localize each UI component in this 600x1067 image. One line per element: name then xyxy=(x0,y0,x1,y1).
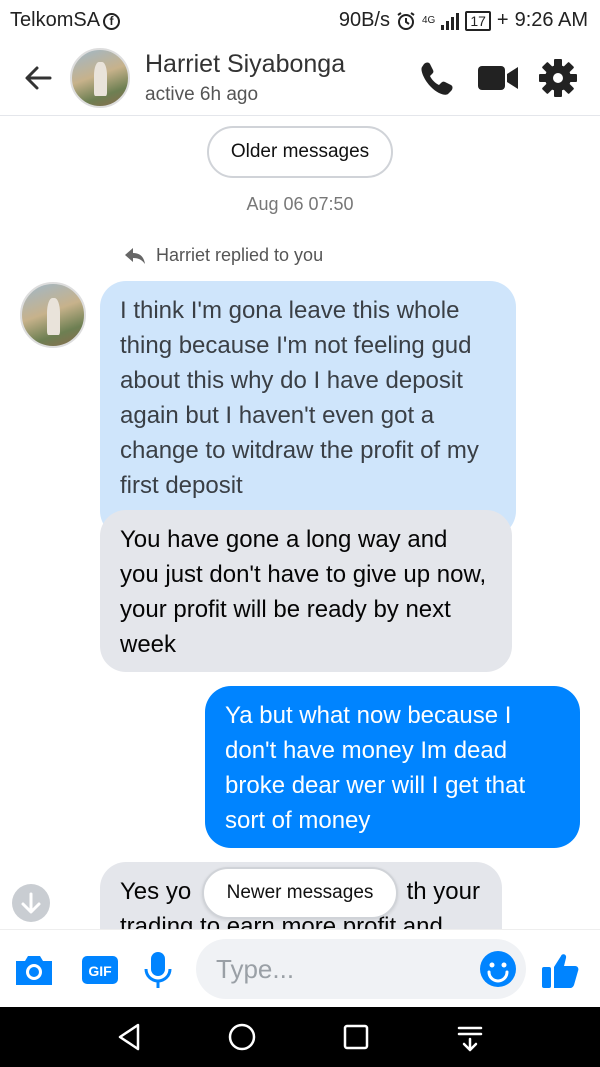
emoji-icon xyxy=(480,951,516,987)
facebook-notification-icon: f xyxy=(103,13,121,30)
voice-call-button[interactable] xyxy=(416,58,460,98)
emoji-button[interactable] xyxy=(478,949,518,989)
signal-icon xyxy=(441,12,460,30)
newer-messages-button[interactable]: Newer messages xyxy=(202,867,398,919)
camera-icon xyxy=(16,956,52,985)
sender-avatar[interactable] xyxy=(20,282,86,348)
battery-icon: 17 xyxy=(465,10,491,31)
circle-home-icon xyxy=(228,1023,256,1051)
nav-back-button[interactable] xyxy=(110,1019,150,1055)
arrow-down-icon xyxy=(21,892,41,914)
gif-icon-label: GIF xyxy=(88,963,112,979)
scroll-to-bottom-button[interactable] xyxy=(12,884,50,922)
sent-message-bubble[interactable]: Ya but what now because I don't have mon… xyxy=(205,686,580,848)
message-composer: GIF xyxy=(0,929,600,1007)
video-camera-icon xyxy=(478,66,518,90)
thumbs-up-icon xyxy=(542,954,579,988)
reply-indicator-label: Harriet replied to you xyxy=(156,245,324,265)
message-input[interactable] xyxy=(216,949,466,989)
charging-indicator: + xyxy=(496,9,509,31)
phone-icon xyxy=(421,62,453,95)
message-list[interactable]: Older messages Aug 06 07:50 Harriet repl… xyxy=(0,117,600,929)
contact-status: active 6h ago xyxy=(145,84,259,105)
clock: 9:26 AM xyxy=(514,9,588,31)
back-button[interactable] xyxy=(18,58,58,98)
partial-line-1-left: Yes yo xyxy=(120,878,192,905)
settings-button[interactable] xyxy=(536,58,580,98)
nav-recents-button[interactable] xyxy=(336,1019,376,1055)
triangle-back-icon xyxy=(118,1023,140,1051)
status-right: 90B/s 4G 17 + 9:26 AM xyxy=(339,9,588,32)
carrier: TelkomSA f xyxy=(10,9,121,32)
status-bar: TelkomSA f 90B/s 4G 17 + 9:26 AM xyxy=(0,0,600,40)
microphone-icon xyxy=(144,952,172,988)
gif-button[interactable]: GIF xyxy=(78,948,122,992)
notification-pull-down-icon xyxy=(457,1026,483,1052)
voice-message-button[interactable] xyxy=(136,948,180,992)
square-recents-icon xyxy=(343,1024,369,1050)
gear-icon xyxy=(539,59,577,97)
nav-home-button[interactable] xyxy=(222,1019,262,1055)
message-timestamp: Aug 06 07:50 xyxy=(246,194,354,214)
message-input-container xyxy=(196,939,526,999)
conversation-header: Harriet Siyabonga active 6h ago xyxy=(0,40,600,116)
camera-button[interactable] xyxy=(12,948,56,992)
alarm-icon xyxy=(397,11,415,30)
contact-name[interactable]: Harriet Siyabonga xyxy=(145,50,345,79)
older-messages-button[interactable]: Older messages xyxy=(207,126,393,178)
video-call-button[interactable] xyxy=(476,58,520,98)
carrier-name: TelkomSA xyxy=(10,9,101,31)
contact-avatar[interactable] xyxy=(70,48,130,108)
reply-arrow-icon xyxy=(125,247,145,264)
quoted-message-bubble[interactable]: I think I'm gona leave this whole thing … xyxy=(100,281,516,537)
network-speed: 90B/s xyxy=(338,9,390,31)
nav-notifications-button[interactable] xyxy=(450,1019,490,1055)
partial-line-1-right: th your xyxy=(406,878,480,905)
received-message-bubble[interactable]: You have gone a long way and you just do… xyxy=(100,510,512,672)
battery-level: 17 xyxy=(470,12,486,29)
back-arrow-icon xyxy=(25,66,52,90)
network-type: 4G xyxy=(422,15,436,26)
system-navigation-bar xyxy=(0,1007,600,1067)
like-button[interactable] xyxy=(539,948,583,992)
reply-indicator: Harriet replied to you xyxy=(124,245,323,266)
gif-icon: GIF xyxy=(82,956,118,984)
